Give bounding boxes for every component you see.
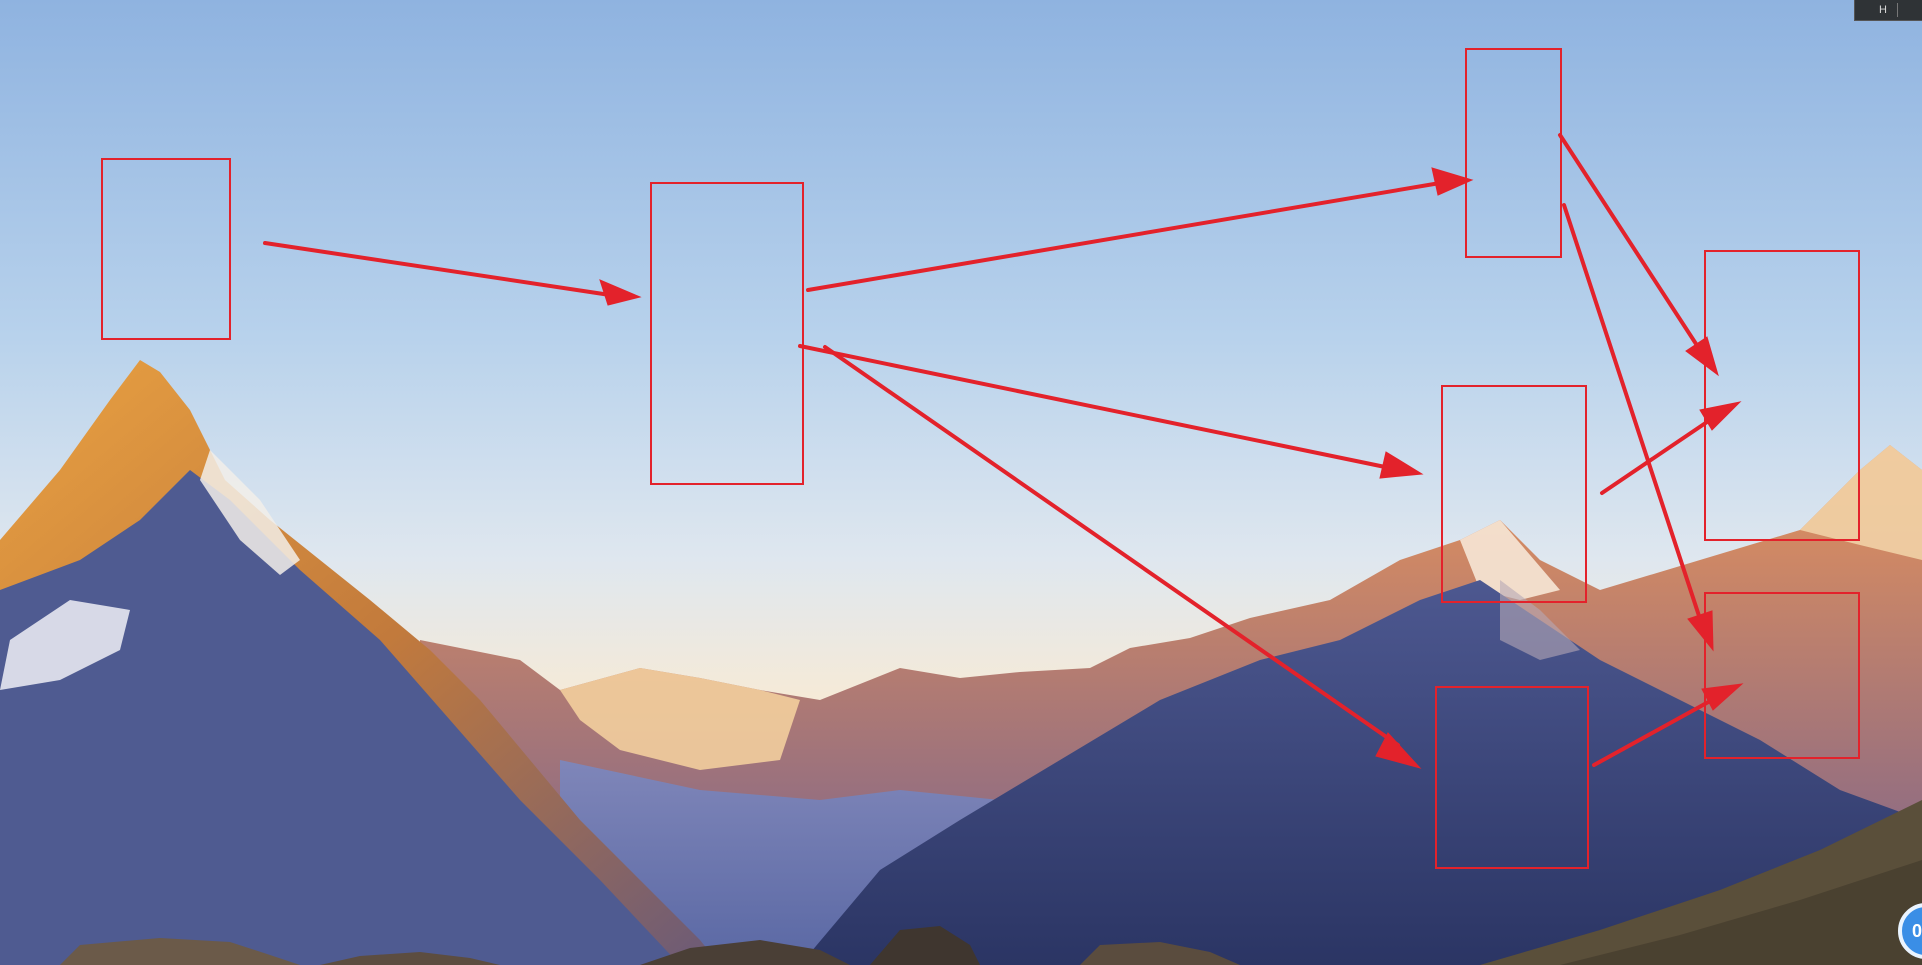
annotation-box-7 xyxy=(1704,592,1860,759)
corner-toolbar-tab[interactable]: H xyxy=(1854,0,1922,21)
bubble-label: 0 xyxy=(1912,920,1922,941)
annotation-box-4 xyxy=(1441,385,1587,603)
annotation-box-6 xyxy=(1704,250,1860,541)
annotation-box-2 xyxy=(650,182,804,485)
corner-tab-divider xyxy=(1896,3,1898,17)
annotation-box-1 xyxy=(101,158,231,340)
mountain-background xyxy=(0,0,1922,965)
annotation-box-3 xyxy=(1465,48,1562,258)
annotation-box-5 xyxy=(1435,686,1589,869)
corner-tab-label: H xyxy=(1879,4,1887,16)
